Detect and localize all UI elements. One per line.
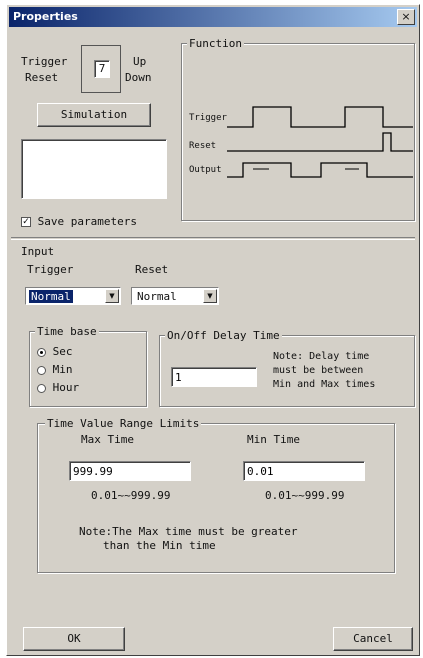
window-title: Properties [13,10,78,23]
mode-trigger-label: Trigger [21,55,68,68]
properties-dialog: Properties × Trigger Reset Up Down 7 Sim… [6,4,420,656]
simulation-output-panel [21,139,167,199]
counter-value: 7 [94,60,110,78]
max-time-range: 0.01~~999.99 [91,489,171,502]
radio-hour[interactable] [37,383,46,393]
onoff-delay-title: On/Off Delay Time [165,329,282,342]
simulation-button[interactable]: Simulation [37,103,151,127]
chevron-down-icon[interactable]: ▼ [203,289,217,303]
output-waveform [227,162,413,178]
min-time-range: 0.01~~999.99 [265,489,345,502]
input-reset-label: Reset [135,263,169,276]
onoff-note-line2: must be between [273,365,364,376]
radio-sec[interactable] [37,347,46,357]
save-parameters-check[interactable]: ✓ [21,217,31,227]
input-trigger-label: Trigger [27,263,74,276]
min-time-input[interactable] [243,461,365,481]
input-divider [11,237,415,240]
max-time-input[interactable] [69,461,191,481]
radio-min[interactable] [37,365,46,375]
close-icon[interactable]: × [397,9,415,25]
time-limits-title: Time Value Range Limits [45,417,202,430]
onoff-delay-input[interactable] [171,367,257,387]
limits-note-line2: than the Min time [103,539,216,552]
waveform-area: Trigger Reset Output [187,93,413,189]
input-group-title: Input [21,245,55,258]
trigger-waveform [227,106,413,128]
time-base-option-min[interactable]: Min [37,363,73,376]
reset-select[interactable]: Normal ▼ [131,287,219,305]
onoff-note-line3: Min and Max times [273,379,376,390]
counter-block: 7 [81,45,121,93]
save-parameters-checkbox[interactable]: ✓ Save parameters [21,215,137,228]
radio-min-label: Min [52,363,73,376]
radio-hour-label: Hour [52,381,80,394]
title-bar[interactable]: Properties × [9,7,417,27]
save-parameters-label: Save parameters [37,215,137,228]
function-group-title: Function [187,37,244,50]
trigger-select[interactable]: Normal ▼ [25,287,121,305]
chevron-down-icon[interactable]: ▼ [105,289,119,303]
ok-button[interactable]: OK [23,627,125,651]
mode-reset-label: Reset [25,71,59,84]
min-time-label: Min Time [247,433,300,446]
time-base-option-hour[interactable]: Hour [37,381,79,394]
cancel-button[interactable]: Cancel [333,627,413,651]
reset-waveform [227,132,413,152]
radio-sec-label: Sec [52,345,73,358]
onoff-note-line1: Note: Delay time [273,351,370,362]
mode-up-label: Up [133,55,147,68]
waveform-diagram [227,106,413,178]
mode-down-label: Down [125,71,152,84]
time-base-option-sec[interactable]: Sec [37,345,73,358]
reset-select-value: Normal [137,290,177,303]
trigger-select-value: Normal [29,290,73,303]
max-time-label: Max Time [81,433,134,446]
time-base-title: Time base [35,325,99,338]
limits-note-line1: Note:The Max time must be greater [79,525,298,538]
